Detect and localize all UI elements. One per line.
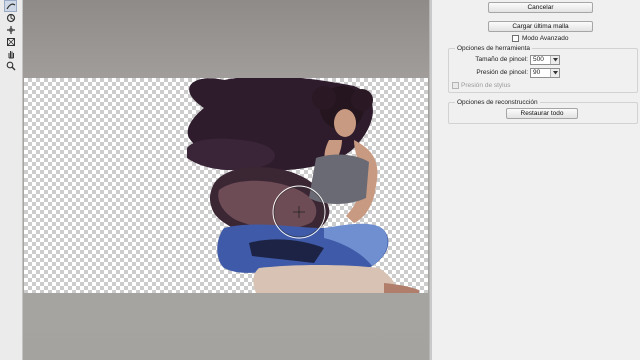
hand-icon [8,51,14,59]
brush-size-label: Tamaño de pincel: [475,56,528,63]
stylus-pressure-checkbox[interactable] [452,82,459,89]
load-last-mesh-button[interactable]: Cargar última malla [488,21,593,32]
advanced-mode-checkbox[interactable] [512,35,519,42]
reconstruct-icon [6,13,15,23]
reconstruct-tool[interactable] [4,12,17,24]
zoom-icon [6,61,15,71]
brush-pressure-label: Presión de pincel: [476,69,528,76]
reconstruct-options-title: Opciones de reconstrucción [455,99,540,106]
stylus-pressure-label: Presión de stylus [461,82,511,89]
hand-tool[interactable] [4,48,17,60]
tool-options-title: Opciones de herramienta [455,45,532,52]
liquified-image [187,78,419,293]
cancel-button[interactable]: Cancelar [488,2,593,13]
chevron-down-icon[interactable] [550,69,559,77]
zoom-tool[interactable] [4,60,17,72]
warp-icon [5,3,15,10]
document-canvas[interactable] [24,78,428,293]
chevron-down-icon[interactable] [550,56,559,64]
liquify-options-panel: Cancelar Cargar última malla Modo Avanza… [432,0,640,360]
advanced-mode-label: Modo Avanzado [522,35,569,42]
pucker-icon [6,26,15,34]
restore-all-button[interactable]: Restaurar todo [506,108,578,119]
forward-warp-tool[interactable] [4,0,17,12]
brush-size-input[interactable]: 500 [530,55,560,65]
brush-pressure-input[interactable]: 90 [530,68,560,78]
tools-panel [0,0,23,360]
brush-size-value: 500 [533,56,544,63]
brush-pressure-value: 90 [533,69,541,76]
bloat-tool[interactable] [4,36,17,48]
preview-area[interactable] [23,0,429,360]
bloat-icon [6,38,15,46]
pucker-tool[interactable] [4,24,17,36]
